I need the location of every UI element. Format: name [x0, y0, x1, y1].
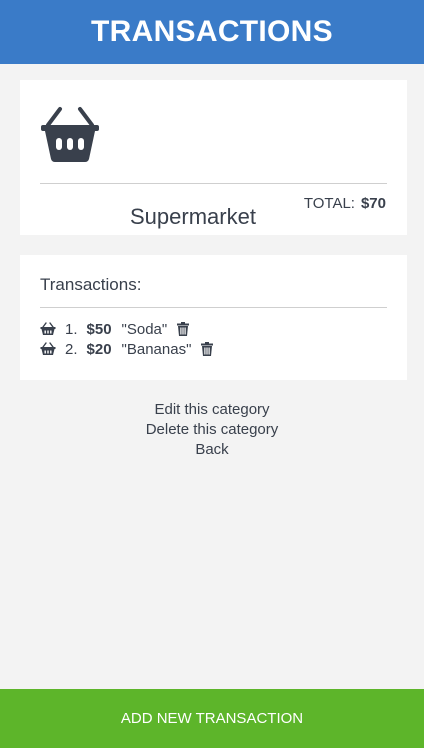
- page-header: TRANSACTIONS: [0, 0, 424, 64]
- transaction-index: 2.: [65, 340, 78, 358]
- page-title: TRANSACTIONS: [91, 15, 333, 48]
- transaction-amount: $20: [86, 340, 112, 358]
- category-summary-card: Supermarket TOTAL: $70: [20, 80, 407, 235]
- delete-category-link[interactable]: Delete this category: [0, 420, 424, 440]
- total-value: $70: [360, 195, 386, 212]
- back-link[interactable]: Back: [0, 440, 424, 460]
- category-total: TOTAL: $70: [304, 195, 386, 212]
- transaction-list: 1. $50 "Soda" 2. $20 "Bananas": [40, 319, 214, 359]
- total-label: TOTAL:: [303, 195, 355, 212]
- divider: [40, 307, 387, 308]
- basket-icon: [40, 322, 56, 335]
- trash-icon[interactable]: [177, 322, 190, 336]
- transactions-title: Transactions:: [40, 275, 142, 294]
- transaction-amount: $50: [86, 320, 112, 338]
- category-name: Supermarket: [130, 204, 256, 229]
- basket-icon: [41, 107, 99, 162]
- transaction-note: "Soda": [121, 320, 168, 338]
- trash-icon[interactable]: [201, 342, 214, 356]
- transaction-note: "Bananas": [121, 340, 192, 358]
- add-new-transaction-label: ADD NEW TRANSACTION: [120, 710, 304, 727]
- transaction-index: 1.: [65, 320, 78, 338]
- transactions-card: Transactions: 1. $50 "Soda" 2. $20 "Bana…: [20, 255, 407, 380]
- basket-icon: [40, 342, 56, 355]
- add-new-transaction-button[interactable]: ADD NEW TRANSACTION: [0, 689, 424, 748]
- edit-category-link[interactable]: Edit this category: [0, 400, 424, 420]
- transaction-row: 2. $20 "Bananas": [40, 339, 214, 359]
- transaction-row: 1. $50 "Soda": [40, 319, 213, 339]
- category-actions: Edit this category Delete this category …: [0, 400, 424, 460]
- divider: [40, 183, 387, 184]
